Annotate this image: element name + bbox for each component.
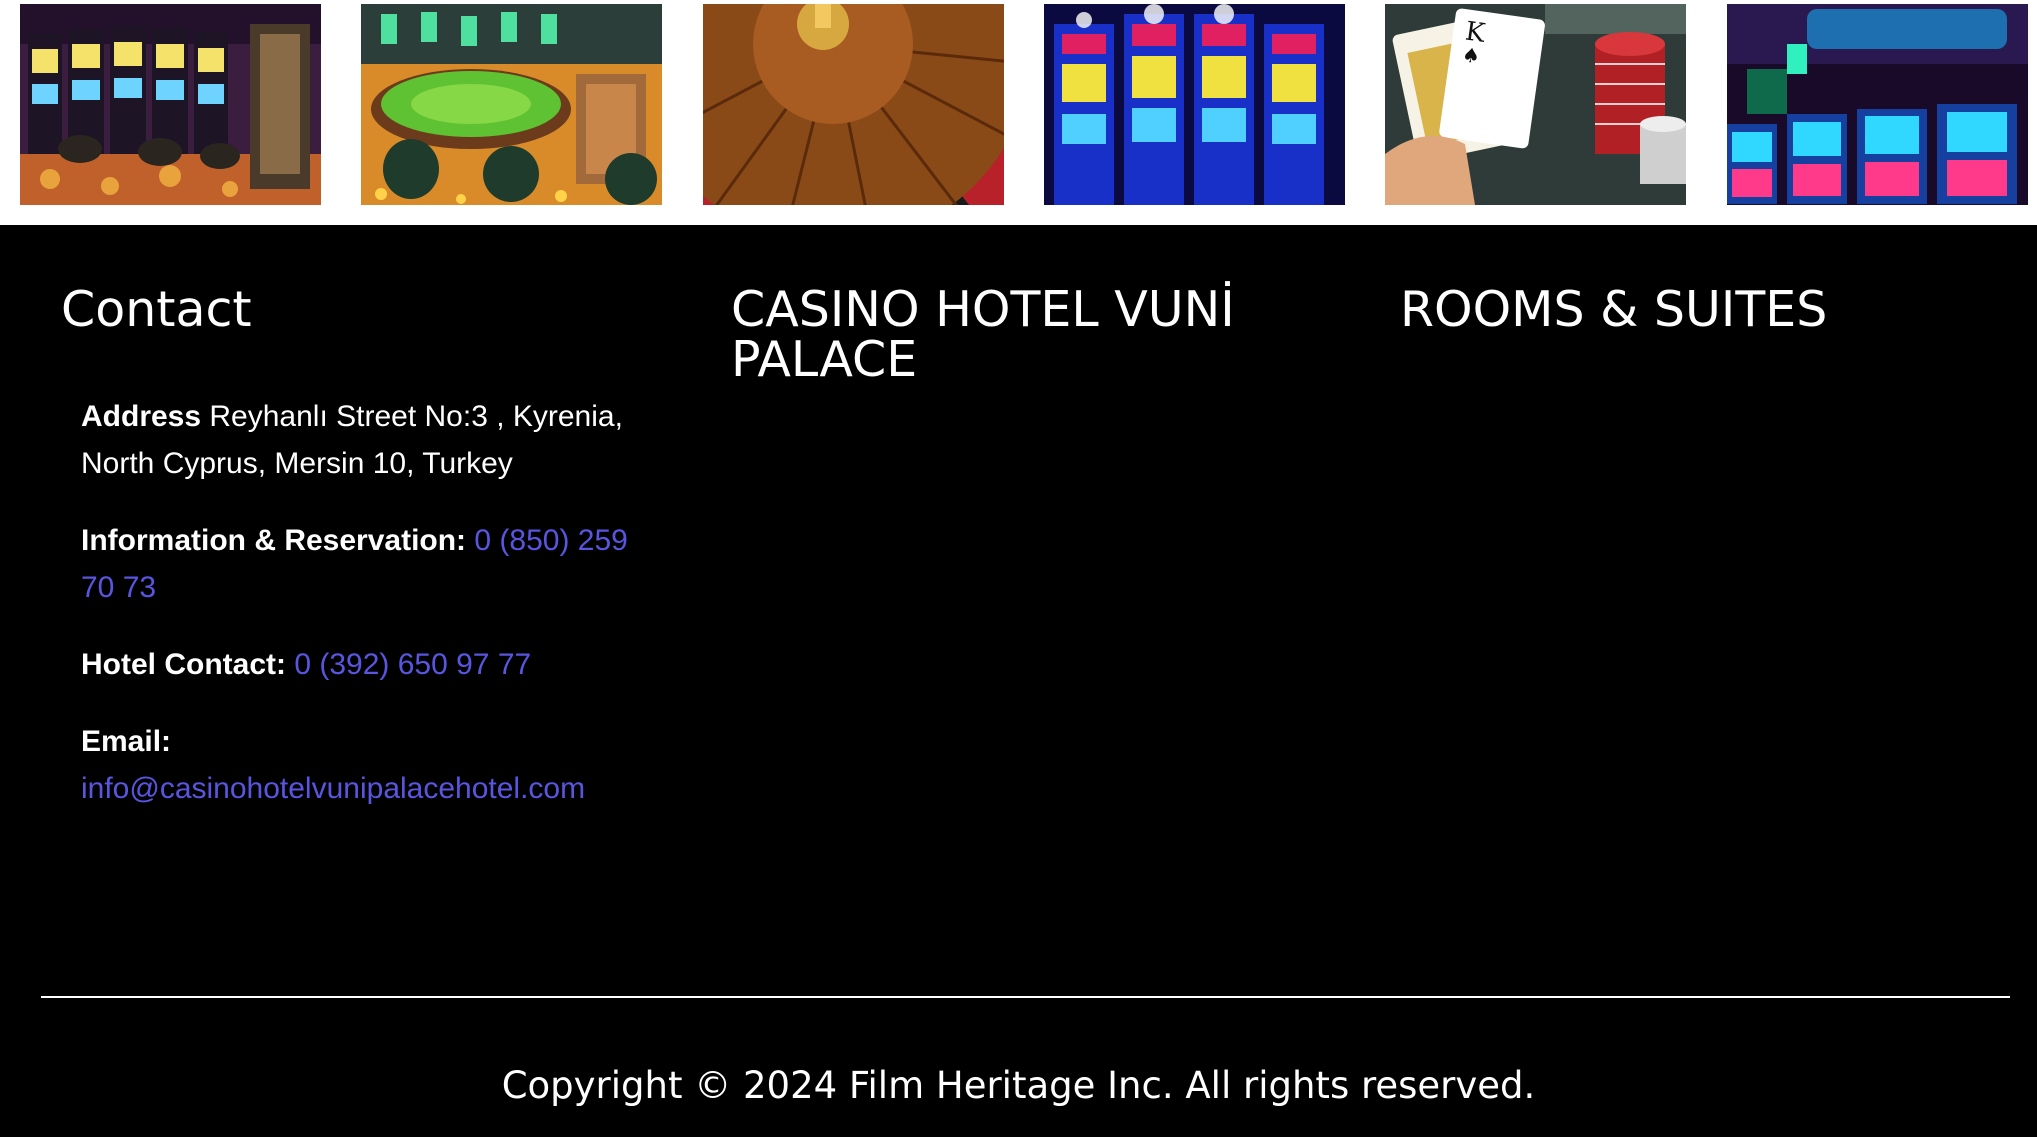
hotel-heading: CASINO HOTEL VUNİ PALACE xyxy=(731,281,1235,388)
reservation-line: Information & Reservation: 0 (850) 259 7… xyxy=(81,517,661,611)
email-link[interactable]: info@casinohotelvunipalacehotel.com xyxy=(81,772,585,805)
reservation-label: Information & Reservation: xyxy=(81,524,467,557)
cards-and-chips-photo: K ♠ xyxy=(1385,4,1686,205)
gallery-thumb-cards-chips[interactable]: K ♠ xyxy=(1385,4,1686,205)
gallery-thumb-roulette[interactable] xyxy=(703,4,1004,205)
contact-heading: Contact xyxy=(61,281,252,338)
address-line: Address Reyhanlı Street No:3 , Kyrenia, … xyxy=(81,393,661,487)
gallery-strip: K ♠ xyxy=(0,0,2037,225)
email-line: Email: info@casinohotelvunipalacehotel.c… xyxy=(81,718,661,812)
contact-details: Address Reyhanlı Street No:3 , Kyrenia, … xyxy=(81,393,661,842)
gallery-thumb-gaming-tables[interactable] xyxy=(361,4,662,205)
gallery-thumb-slot-screens[interactable] xyxy=(1727,4,2028,205)
hotel-contact-line: Hotel Contact: 0 (392) 650 97 77 xyxy=(81,641,661,688)
neon-slot-machines-photo xyxy=(1044,4,1345,205)
address-label: Address xyxy=(81,400,202,433)
slot-machines-hall-photo xyxy=(20,4,321,205)
gallery-thumb-neon-slots[interactable] xyxy=(1044,4,1345,205)
copyright-text: Copyright © 2024 Film Heritage Inc. All … xyxy=(501,1064,1536,1107)
roulette-wheel-photo xyxy=(703,4,1004,205)
slot-machine-screens-photo xyxy=(1727,4,2028,205)
gaming-tables-photo xyxy=(361,4,662,205)
hotel-phone-link[interactable]: 0 (392) 650 97 77 xyxy=(294,648,531,681)
gallery-thumb-slot-hall[interactable] xyxy=(20,4,321,205)
svg-text:♠: ♠ xyxy=(1461,42,1482,68)
site-footer: Contact Address Reyhanlı Street No:3 , K… xyxy=(0,225,2037,1137)
footer-divider xyxy=(41,996,2010,998)
email-label: Email: xyxy=(81,725,172,758)
hotel-contact-label: Hotel Contact: xyxy=(81,648,286,681)
rooms-suites-heading: ROOMS & SUITES xyxy=(1400,281,1828,338)
